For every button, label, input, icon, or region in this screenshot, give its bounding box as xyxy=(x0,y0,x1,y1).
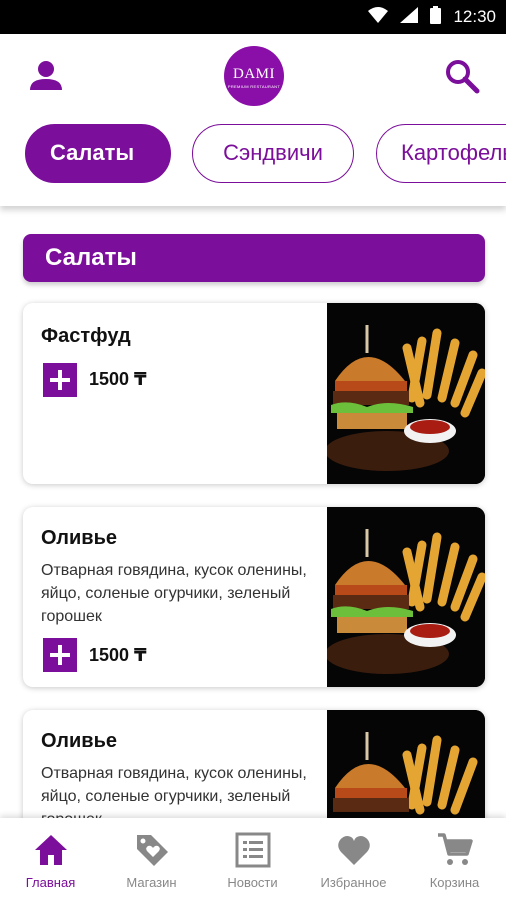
nav-label: Избранное xyxy=(320,875,387,890)
product-description: Отварная говядина, кусок оленины, яйцо, … xyxy=(41,562,307,625)
profile-button[interactable] xyxy=(26,56,66,96)
product-title: Оливье xyxy=(41,730,118,752)
nav-label: Новости xyxy=(227,875,278,890)
brand-logo: DAMI PREMIUM RESTAURANT xyxy=(224,46,284,106)
tab-potatoes[interactable]: Картофель xyxy=(376,124,506,183)
tab-sandwiches[interactable]: Сэндвичи xyxy=(192,124,354,183)
bottom-navigation: Главная Магазин Новости Избранное Корзин… xyxy=(0,818,506,900)
add-to-cart-button[interactable] xyxy=(43,363,77,397)
tab-salads[interactable]: Салаты xyxy=(25,124,171,183)
nav-home[interactable]: Главная xyxy=(0,818,101,900)
product-title: Фастфуд xyxy=(41,325,131,347)
add-to-cart-button[interactable] xyxy=(43,638,77,672)
profile-icon xyxy=(30,61,62,90)
section-title: Салаты xyxy=(23,234,485,282)
search-icon xyxy=(446,60,480,94)
product-price: 1500 ₸ xyxy=(89,645,147,665)
product-card[interactable]: Оливье Отварная говядина, кусок оленины,… xyxy=(23,507,485,687)
wifi-icon xyxy=(368,6,389,28)
nav-cart[interactable]: Корзина xyxy=(404,818,505,900)
signal-icon xyxy=(400,6,419,28)
app-header: DAMI PREMIUM RESTAURANT Салаты Сэндвичи … xyxy=(0,34,506,206)
nav-favorites[interactable]: Избранное xyxy=(303,818,404,900)
status-bar: 12:30 xyxy=(0,0,506,34)
tag-heart-icon xyxy=(137,835,168,866)
home-icon xyxy=(35,835,67,865)
category-tabs: Салаты Сэндвичи Картофель xyxy=(0,124,506,184)
product-card[interactable]: Фастфуд 1500 ₸ xyxy=(23,303,485,484)
list-icon xyxy=(235,832,271,868)
nav-news[interactable]: Новости xyxy=(202,818,303,900)
search-button[interactable] xyxy=(442,56,482,96)
clock: 12:30 xyxy=(453,7,496,26)
product-title: Оливье xyxy=(41,527,118,549)
nav-label: Магазин xyxy=(126,875,177,890)
product-price: 1500 ₸ xyxy=(89,369,147,389)
nav-label: Корзина xyxy=(429,875,480,890)
nav-shop[interactable]: Магазин xyxy=(101,818,202,900)
logo-text: DAMI xyxy=(233,66,275,82)
cart-icon xyxy=(438,833,473,865)
logo-subtitle: PREMIUM RESTAURANT xyxy=(227,84,281,89)
nav-label: Главная xyxy=(25,875,76,890)
battery-icon xyxy=(430,5,442,29)
product-image xyxy=(325,303,485,484)
heart-icon xyxy=(338,836,370,865)
product-image xyxy=(325,507,485,687)
